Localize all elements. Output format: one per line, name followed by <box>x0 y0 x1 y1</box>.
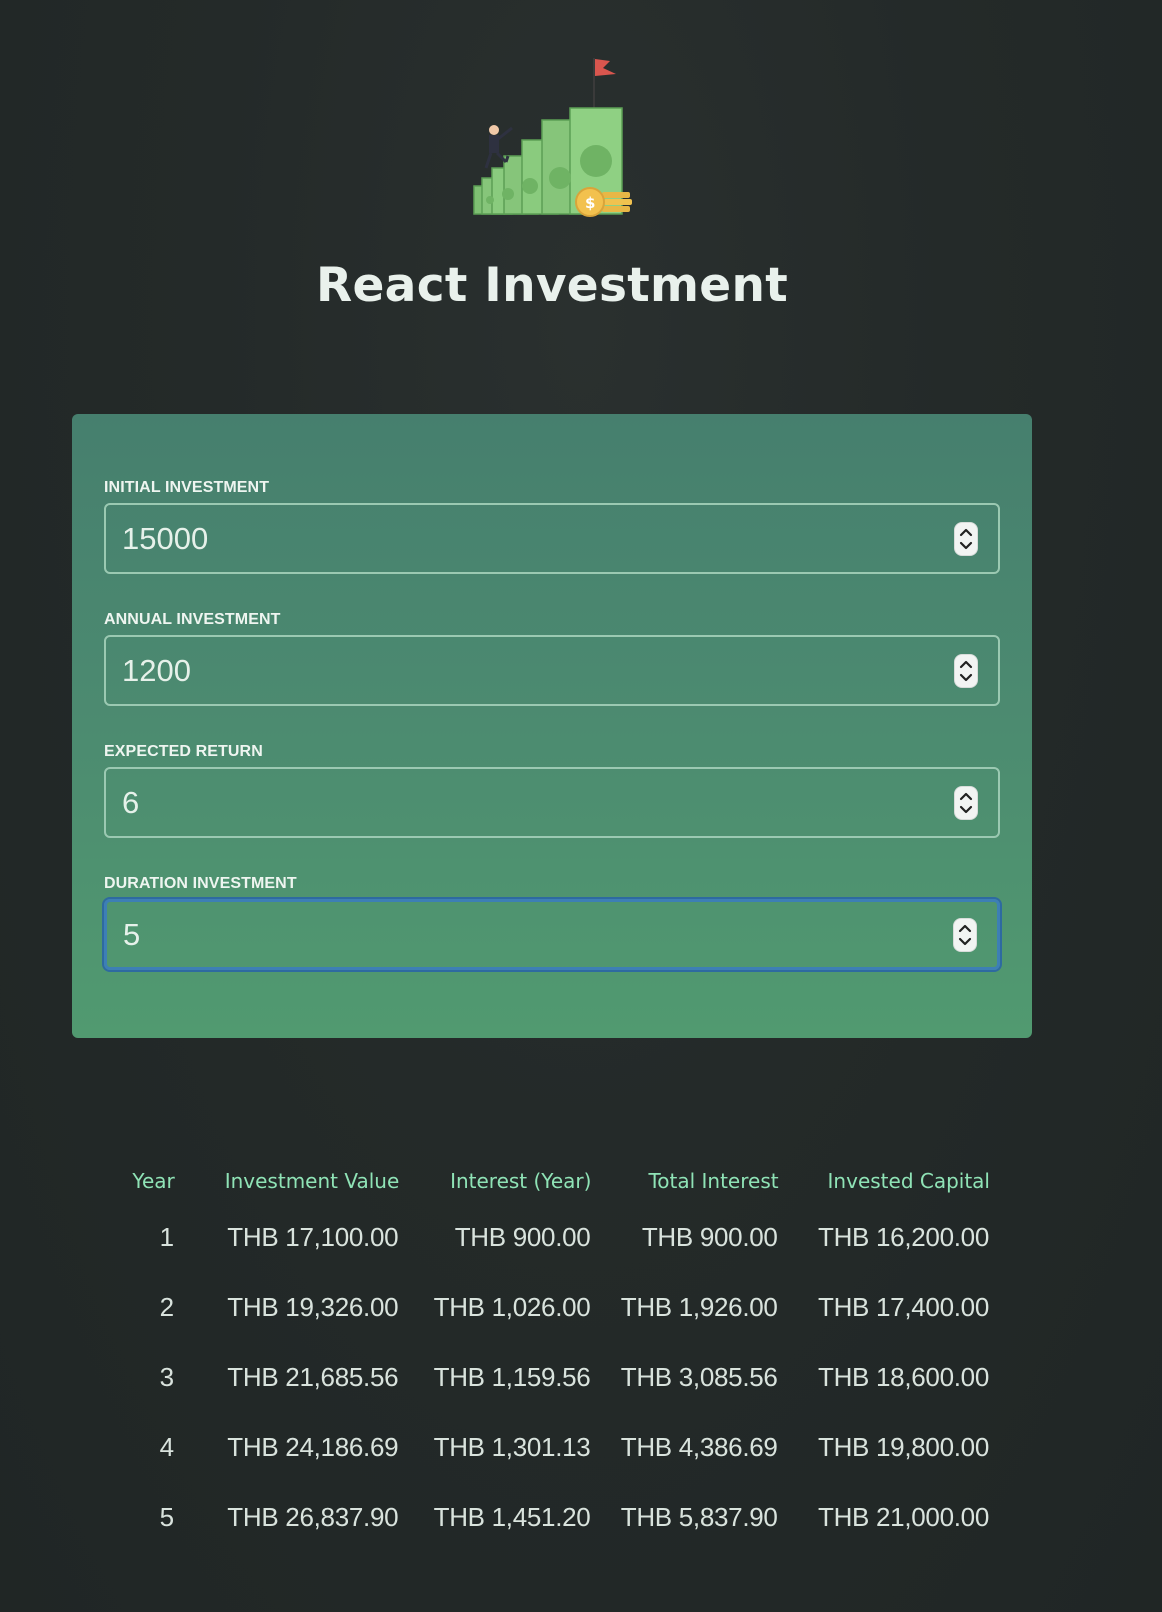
number-stepper-icon[interactable] <box>954 785 978 820</box>
duration-investment-label: DURATION INVESTMENT <box>104 875 297 892</box>
duration-investment-input[interactable]: 5 <box>104 899 1000 970</box>
cell-interest-year: THB 1,159.56 <box>433 1361 591 1392</box>
expected-return-label: EXPECTED RETURN <box>104 743 263 760</box>
cell-year: 4 <box>159 1431 174 1462</box>
results-table-container: Year Investment Value Interest (Year) To… <box>110 1160 990 1552</box>
cell-total-interest: THB 900.00 <box>641 1221 778 1252</box>
column-header-interest-year: Interest (Year) <box>450 1169 592 1193</box>
table-row: 3 THB 21,685.56 THB 1,159.56 THB 3,085.5… <box>110 1342 990 1412</box>
page-title: React Investment <box>316 258 788 313</box>
table-row: 1 THB 17,100.00 THB 900.00 THB 900.00 TH… <box>110 1202 990 1272</box>
annual-investment-input[interactable]: 1200 <box>104 635 1000 706</box>
cell-investment-value: THB 26,837.90 <box>227 1501 399 1532</box>
annual-investment-value: 1200 <box>122 652 191 688</box>
cell-year: 3 <box>159 1361 174 1392</box>
annual-investment-label: ANNUAL INVESTMENT <box>104 611 281 628</box>
header: $ React Investment <box>0 0 1104 330</box>
cell-interest-year: THB 1,026.00 <box>433 1291 591 1322</box>
cell-interest-year: THB 1,301.13 <box>433 1431 591 1462</box>
expected-return-value: 6 <box>122 784 140 820</box>
cell-total-interest: THB 1,926.00 <box>620 1291 778 1322</box>
table-row: 4 THB 24,186.69 THB 1,301.13 THB 4,386.6… <box>110 1412 990 1482</box>
cell-invested-capital: THB 18,600.00 <box>818 1361 989 1392</box>
svg-text:$: $ <box>585 194 595 212</box>
cell-total-interest: THB 4,386.69 <box>620 1431 778 1462</box>
initial-investment-label: INITIAL INVESTMENT <box>104 479 270 496</box>
cell-invested-capital: THB 17,400.00 <box>818 1291 989 1322</box>
column-header-invested-capital: Invested Capital <box>827 1169 990 1193</box>
table-header-row: Year Investment Value Interest (Year) To… <box>110 1160 990 1202</box>
number-stepper-icon[interactable] <box>954 653 978 688</box>
cell-invested-capital: THB 19,800.00 <box>818 1431 989 1462</box>
column-header-year: Year <box>132 1169 175 1193</box>
table-row: 2 THB 19,326.00 THB 1,026.00 THB 1,926.0… <box>110 1272 990 1342</box>
cell-investment-value: THB 21,685.56 <box>227 1361 399 1392</box>
cell-investment-value: THB 24,186.69 <box>227 1431 399 1462</box>
table-row: 5 THB 26,837.90 THB 1,451.20 THB 5,837.9… <box>110 1482 990 1552</box>
cell-invested-capital: THB 21,000.00 <box>818 1501 989 1532</box>
cell-invested-capital: THB 16,200.00 <box>818 1221 989 1252</box>
initial-investment-input[interactable]: 15000 <box>104 503 1000 574</box>
number-stepper-icon[interactable] <box>953 917 977 952</box>
cell-year: 1 <box>159 1221 174 1252</box>
column-header-total-interest: Total Interest <box>648 1169 779 1193</box>
initial-investment-value: 15000 <box>122 520 209 556</box>
cell-total-interest: THB 5,837.90 <box>620 1501 778 1532</box>
results-table: Year Investment Value Interest (Year) To… <box>110 1160 990 1552</box>
duration-investment-value: 5 <box>123 916 141 952</box>
cell-year: 5 <box>159 1501 174 1532</box>
cell-total-interest: THB 3,085.56 <box>620 1361 778 1392</box>
duration-investment-field: DURATION INVESTMENT 5 <box>104 874 1000 970</box>
initial-investment-field: INITIAL INVESTMENT 15000 <box>104 478 1000 574</box>
expected-return-field: EXPECTED RETURN 6 <box>104 742 1000 838</box>
cell-interest-year: THB 900.00 <box>454 1221 591 1252</box>
investment-input-form: INITIAL INVESTMENT 15000 ANNUAL INVESTME… <box>72 414 1032 1038</box>
column-header-investment-value: Investment Value <box>224 1169 400 1193</box>
investment-stairs-logo-icon: $ <box>473 58 632 217</box>
cell-year: 2 <box>159 1291 174 1322</box>
cell-investment-value: THB 19,326.00 <box>227 1291 399 1322</box>
annual-investment-field: ANNUAL INVESTMENT 1200 <box>104 610 1000 706</box>
number-stepper-icon[interactable] <box>954 521 978 556</box>
expected-return-input[interactable]: 6 <box>104 767 1000 838</box>
cell-investment-value: THB 17,100.00 <box>227 1221 399 1252</box>
cell-interest-year: THB 1,451.20 <box>433 1501 591 1532</box>
